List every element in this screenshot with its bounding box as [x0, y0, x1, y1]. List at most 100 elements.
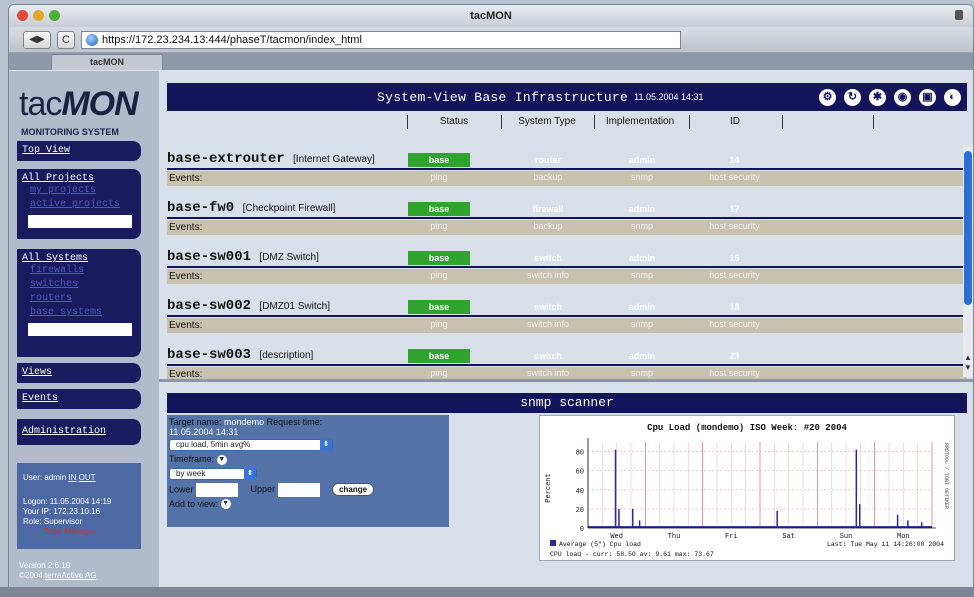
system-row[interactable]: base-fw0 [Checkpoint Firewall] base fire…: [167, 196, 967, 245]
reload-button[interactable]: C: [57, 30, 75, 49]
nav-link-routers[interactable]: routers: [22, 292, 136, 306]
system-name[interactable]: base-sw003 [description]: [167, 347, 313, 363]
target-value: mondemo: [224, 417, 265, 427]
login-link[interactable]: IN: [68, 473, 76, 482]
tab-tacmon[interactable]: tacMON: [51, 54, 163, 70]
event-host-security[interactable]: host security: [692, 221, 777, 231]
col-system-type[interactable]: System Type: [502, 116, 592, 127]
event-host-security[interactable]: host security: [692, 319, 777, 329]
upper-input[interactable]: [277, 482, 320, 497]
system-name[interactable]: base-extrouter [Internet Gateway]: [167, 151, 375, 167]
chevron-down-icon[interactable]: ▼: [216, 454, 227, 465]
nav-link-switches[interactable]: switches: [22, 278, 136, 292]
event-second[interactable]: backup: [503, 221, 593, 231]
system-type: firewall: [532, 204, 564, 214]
nav-link-all-projects[interactable]: All Projects: [22, 173, 136, 184]
zoom-window-button[interactable]: [49, 10, 60, 21]
event-ping[interactable]: ping: [408, 270, 470, 280]
system-type: switch: [533, 351, 562, 361]
select-arrow-icon[interactable]: ⇕: [320, 439, 332, 451]
close-window-button[interactable]: [17, 10, 28, 21]
event-ping[interactable]: ping: [408, 172, 470, 182]
system-name[interactable]: base-fw0 [Checkpoint Firewall]: [167, 200, 335, 216]
print-icon[interactable]: ▣: [919, 88, 936, 106]
nav-views: Views: [17, 363, 141, 383]
header-datetime: 11.05.2004 14:31: [634, 92, 704, 102]
refresh-icon[interactable]: ↻: [844, 88, 861, 106]
system-name-text[interactable]: base-sw003: [167, 347, 251, 363]
forward-icon[interactable]: ▶: [37, 34, 45, 45]
nav-link-views[interactable]: Views: [22, 367, 136, 378]
status-badge: base: [408, 153, 470, 167]
system-name-text[interactable]: base-sw002: [167, 298, 251, 314]
target-line: Target name: mondemo Request time:: [169, 417, 447, 427]
implementation: admin: [628, 155, 656, 165]
col-id[interactable]: ID: [690, 116, 780, 127]
network-icon[interactable]: ◉: [894, 88, 911, 106]
col-implementation[interactable]: Implementation: [595, 116, 685, 127]
implementation: admin: [628, 253, 656, 263]
scrollbar-thumb[interactable]: [964, 151, 972, 305]
minimize-window-button[interactable]: [33, 10, 44, 21]
tacmon-logo: tacMON: [19, 85, 139, 124]
nav-link-administration[interactable]: Administration: [22, 426, 136, 437]
pane-divider[interactable]: [159, 379, 973, 382]
scroll-up-icon[interactable]: ▲: [964, 353, 972, 362]
nav-link-all-systems[interactable]: All Systems: [22, 253, 136, 264]
logout-link[interactable]: OUT: [79, 473, 96, 482]
change-button[interactable]: change: [332, 483, 375, 496]
event-ping[interactable]: ping: [408, 221, 470, 231]
system-name-text[interactable]: base-fw0: [167, 200, 234, 216]
system-row[interactable]: base-sw002 [DMZ01 Switch] base switch ad…: [167, 294, 967, 343]
system-name[interactable]: base-sw002 [DMZ01 Switch]: [167, 298, 330, 314]
event-second[interactable]: backup: [503, 172, 593, 182]
event-snmp[interactable]: snmp: [597, 270, 687, 280]
event-host-security[interactable]: host security: [692, 172, 777, 182]
system-row[interactable]: base-extrouter [Internet Gateway] base r…: [167, 147, 967, 196]
event-ping[interactable]: ping: [408, 368, 470, 378]
url-text[interactable]: https://172.23.234.13:444/phaseT/tacmon/…: [102, 34, 362, 46]
event-host-security[interactable]: host security: [692, 368, 777, 378]
nav-link-my-projects[interactable]: my projects: [22, 184, 136, 198]
nav-link-events[interactable]: Events: [22, 393, 136, 404]
system-row[interactable]: base-sw003 [description] base switch adm…: [167, 343, 967, 383]
event-second[interactable]: switch info: [503, 368, 593, 378]
system-name-text[interactable]: base-sw001: [167, 249, 251, 265]
nav-link-base-systems[interactable]: base systems: [22, 306, 136, 320]
status-badge: base: [408, 349, 470, 363]
lower-input[interactable]: [196, 482, 239, 497]
events-label: Events:: [169, 320, 203, 331]
event-second[interactable]: switch info: [503, 270, 593, 280]
select-arrow-icon[interactable]: ⇕: [244, 467, 256, 480]
lock-icon: [955, 10, 963, 20]
address-bar[interactable]: https://172.23.234.13:444/phaseT/tacmon/…: [81, 30, 681, 49]
col-status[interactable]: Status: [408, 116, 500, 127]
scroll-down-icon[interactable]: ▼: [964, 363, 972, 372]
event-snmp[interactable]: snmp: [597, 172, 687, 182]
chevron-down-icon[interactable]: ▼: [220, 499, 231, 510]
back-icon[interactable]: ◀: [29, 34, 37, 45]
tools-icon[interactable]: ⚙: [819, 88, 836, 106]
system-name-text[interactable]: base-extrouter: [167, 151, 285, 167]
systems-scrollbar[interactable]: ▲ ▼: [963, 147, 973, 377]
info-icon[interactable]: ◐: [944, 88, 961, 106]
nav-link-top-view[interactable]: Top View: [22, 145, 136, 156]
nav-link-active-projects[interactable]: active projects: [22, 198, 136, 212]
event-host-security[interactable]: host security: [692, 270, 777, 280]
event-second[interactable]: switch info: [503, 319, 593, 329]
back-forward-button[interactable]: ◀▶: [23, 30, 51, 49]
metric-select[interactable]: cpu load, 5min avg% ⇕: [169, 439, 333, 451]
settings-icon[interactable]: ✱: [869, 88, 886, 106]
timeframe-value: by week: [176, 468, 206, 478]
company-link[interactable]: terraActive AG: [45, 571, 97, 580]
system-search-input[interactable]: [28, 323, 132, 336]
system-name[interactable]: base-sw001 [DMZ Switch]: [167, 249, 319, 265]
event-ping[interactable]: ping: [408, 319, 470, 329]
system-row[interactable]: base-sw001 [DMZ Switch] base switch admi…: [167, 245, 967, 294]
project-search-input[interactable]: [28, 215, 132, 228]
event-snmp[interactable]: snmp: [597, 221, 687, 231]
event-snmp[interactable]: snmp: [597, 368, 687, 378]
event-snmp[interactable]: snmp: [597, 319, 687, 329]
timeframe-select[interactable]: by week ⇕: [169, 467, 257, 480]
nav-link-firewalls[interactable]: firewalls: [22, 264, 136, 278]
